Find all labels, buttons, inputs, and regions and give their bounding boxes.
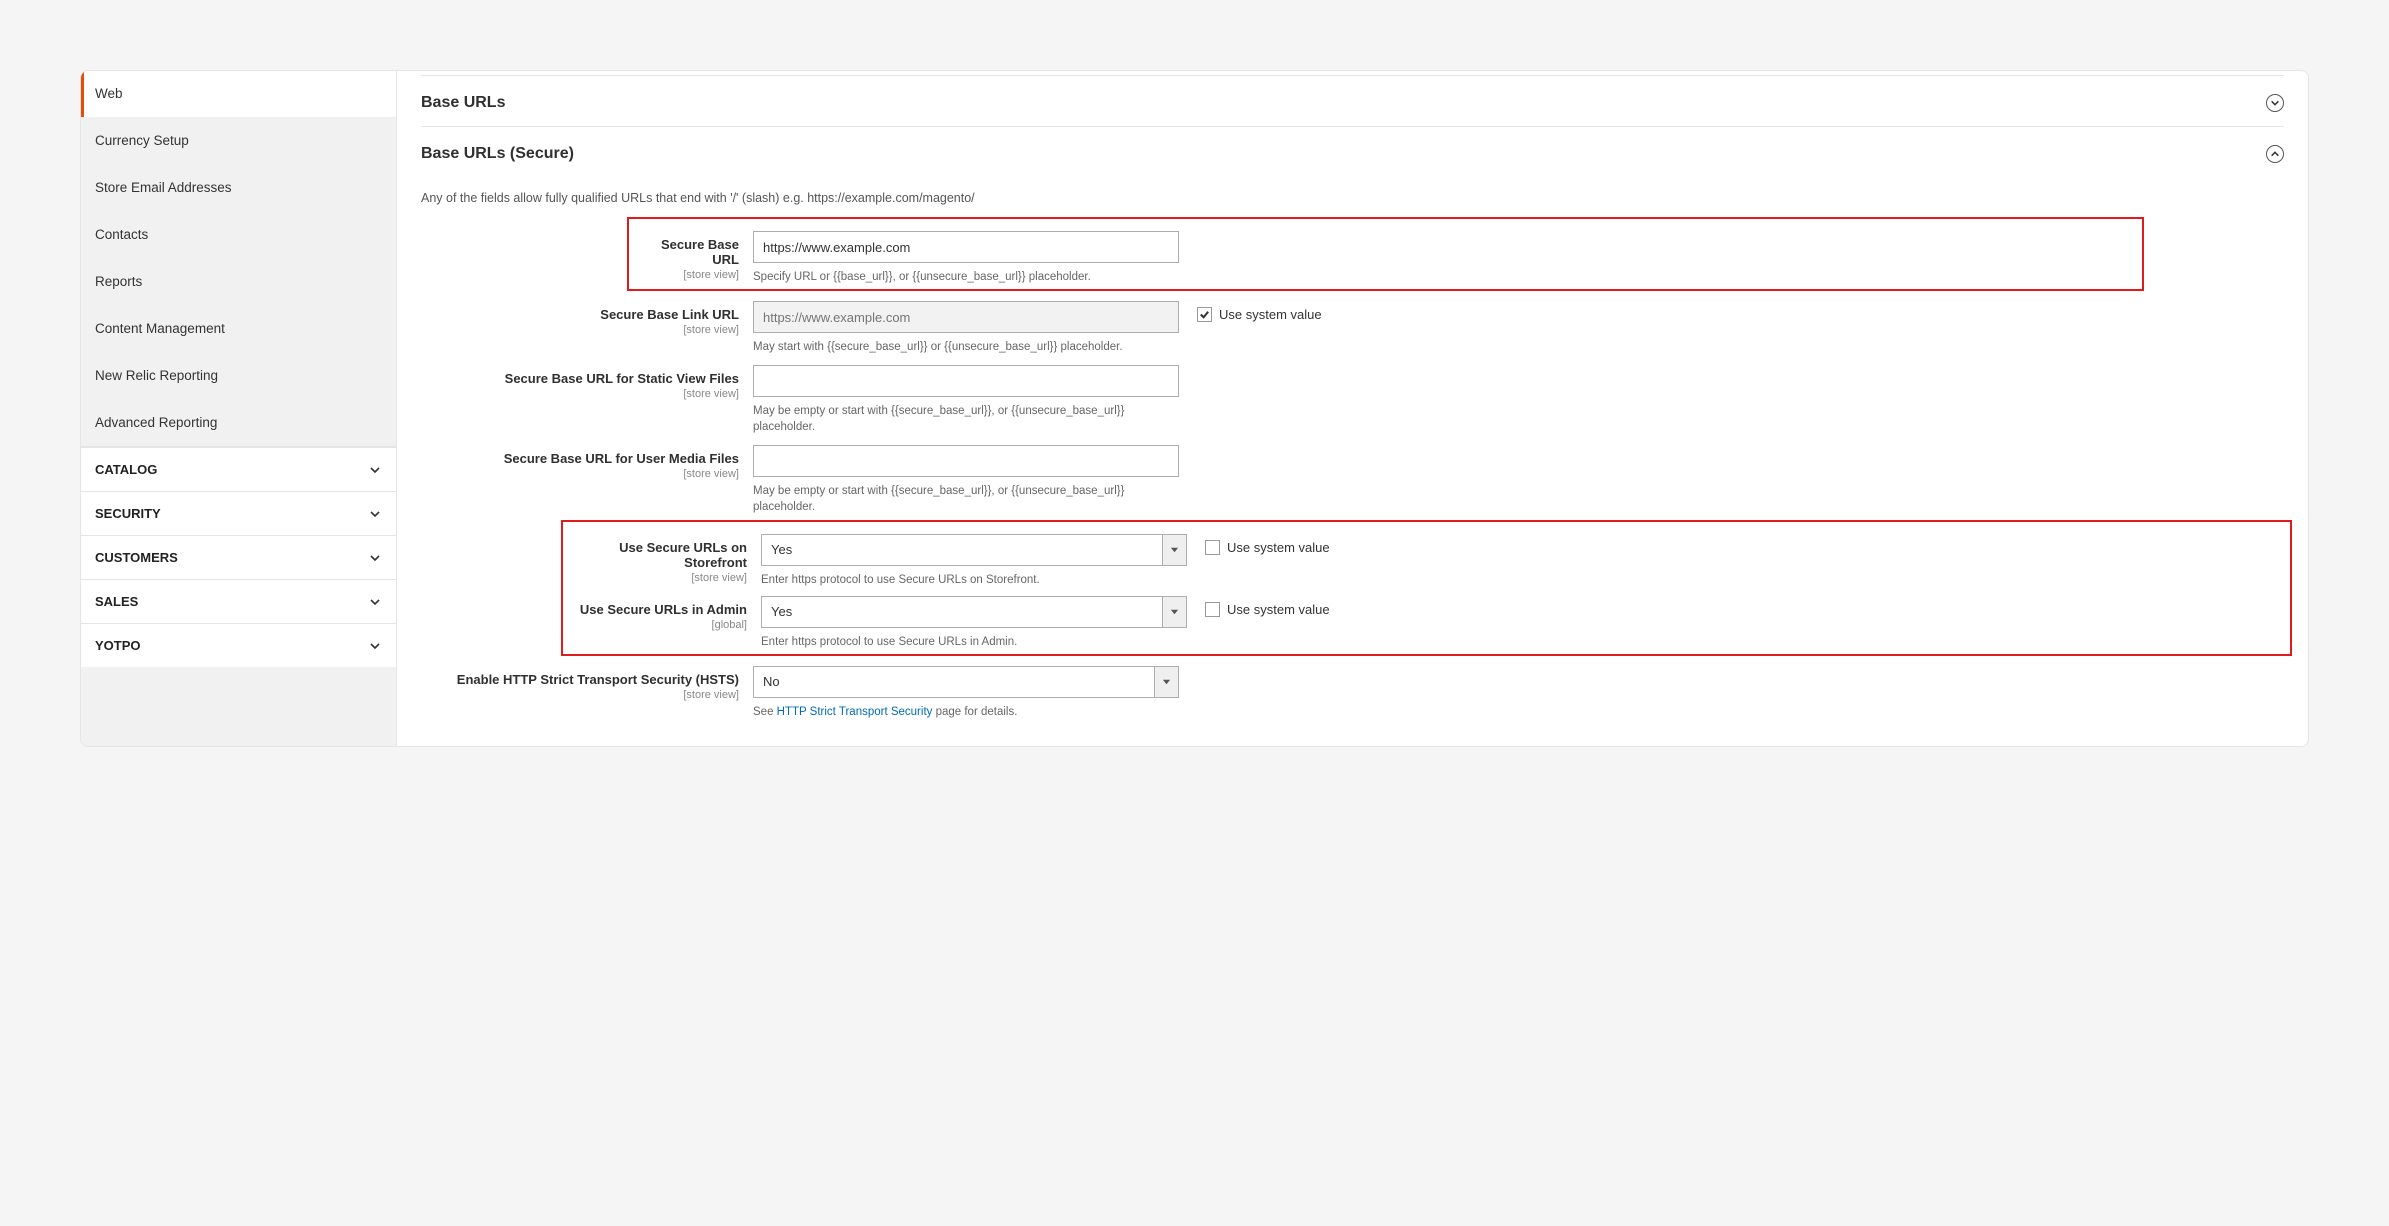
row-secure-admin: Use Secure URLs in Admin [global] Enter … [569,588,2284,650]
section-head-base-urls-secure[interactable]: Base URLs (Secure) [421,127,2284,177]
chevron-down-icon [368,595,382,609]
chevron-down-icon [368,463,382,477]
section-note: Any of the fields allow fully qualified … [421,177,2284,215]
secure-static-url-input[interactable] [753,365,1179,397]
sidebar-item-label: Web [95,86,123,101]
sidebar-item-label: Reports [95,274,142,289]
use-system-value-wrap: Use system value [1187,596,1330,617]
hint-post: page for details. [932,706,1017,718]
sidebar-item-label: New Relic Reporting [95,368,218,383]
chevron-down-icon [368,639,382,653]
config-panel: Web Currency Setup Store Email Addresses… [80,70,2309,747]
sidebar-cat-label: SECURITY [95,506,161,521]
sidebar-item-contacts[interactable]: Contacts [81,211,396,258]
section-title: Base URLs [421,94,505,112]
sidebar-cat-customers[interactable]: CUSTOMERS [81,535,396,579]
secure-base-url-input[interactable] [753,231,1179,263]
row-secure-storefront: Use Secure URLs on Storefront [store vie… [569,526,2284,588]
section-title: Base URLs (Secure) [421,145,574,163]
main-content: Base URLs Base URLs (Secure) Any of the … [397,71,2308,746]
row-secure-base-link-url: Secure Base Link URL [store view] May st… [421,293,2284,357]
field-scope: [store view] [421,388,739,400]
sidebar-cat-sales[interactable]: SALES [81,579,396,623]
hint-pre: See [753,706,777,718]
use-system-value-checkbox[interactable] [1205,602,1220,617]
field-scope: [store view] [421,468,739,480]
row-secure-base-url: Secure Base URL [store view] Specify URL… [635,223,2136,285]
sidebar-item-advanced-reporting[interactable]: Advanced Reporting [81,399,396,446]
highlight-secure-base-url: Secure Base URL [store view] Specify URL… [627,217,2144,291]
sidebar-item-store-email-addresses[interactable]: Store Email Addresses [81,164,396,211]
collapse-icon [2266,94,2284,112]
field-scope: [store view] [635,269,739,281]
sidebar-item-content-management[interactable]: Content Management [81,305,396,352]
row-hsts: Enable HTTP Strict Transport Security (H… [421,658,2284,722]
row-secure-static-url: Secure Base URL for Static View Files [s… [421,357,2284,437]
sidebar-item-new-relic-reporting[interactable]: New Relic Reporting [81,352,396,399]
field-hint: See HTTP Strict Transport Security page … [753,704,1179,720]
field-hint: Enter https protocol to use Secure URLs … [761,572,1187,588]
section-head-base-urls[interactable]: Base URLs [421,76,2284,127]
sidebar-item-reports[interactable]: Reports [81,258,396,305]
field-label: Enable HTTP Strict Transport Security (H… [421,672,739,687]
sidebar-item-label: Contacts [95,227,148,242]
sidebar-cat-label: CATALOG [95,462,157,477]
use-system-value-label: Use system value [1227,540,1330,555]
secure-storefront-select[interactable] [761,534,1162,566]
sidebar-cat-label: CUSTOMERS [95,550,178,565]
sidebar-cat-security[interactable]: SECURITY [81,491,396,535]
sidebar-item-currency-setup[interactable]: Currency Setup [81,117,396,164]
sidebar-sub-general: Web Currency Setup Store Email Addresses… [81,71,396,447]
field-label: Secure Base Link URL [421,307,739,322]
field-label: Use Secure URLs in Admin [569,602,747,617]
secure-base-link-url-input [753,301,1179,333]
chevron-down-icon [368,551,382,565]
sidebar-cat-yotpo[interactable]: YOTPO [81,623,396,667]
field-label: Secure Base URL for User Media Files [421,451,739,466]
field-scope: [store view] [421,324,739,336]
field-scope: [global] [569,619,747,631]
field-label: Secure Base URL [635,237,739,267]
highlight-secure-urls: Use Secure URLs on Storefront [store vie… [561,520,2292,656]
field-scope: [store view] [569,572,747,584]
dropdown-button[interactable] [1154,666,1179,698]
field-hint: May start with {{secure_base_url}} or {{… [753,339,1179,355]
use-system-value-wrap: Use system value [1179,301,1322,322]
use-system-value-checkbox[interactable] [1197,307,1212,322]
use-system-value-label: Use system value [1227,602,1330,617]
hsts-link[interactable]: HTTP Strict Transport Security [777,706,933,718]
hsts-select[interactable] [753,666,1154,698]
use-system-value-label: Use system value [1219,307,1322,322]
dropdown-button[interactable] [1162,596,1187,628]
expand-icon [2266,145,2284,163]
field-hint: May be empty or start with {{secure_base… [753,403,1179,435]
field-hint: Specify URL or {{base_url}}, or {{unsecu… [753,269,1179,285]
sidebar-item-label: Currency Setup [95,133,189,148]
field-label: Use Secure URLs on Storefront [569,540,747,570]
chevron-down-icon [368,507,382,521]
secure-admin-select[interactable] [761,596,1162,628]
sidebar-item-label: Store Email Addresses [95,180,232,195]
field-hint: Enter https protocol to use Secure URLs … [761,634,1187,650]
use-system-value-wrap: Use system value [1187,534,1330,555]
sidebar-item-label: Content Management [95,321,225,336]
secure-media-url-input[interactable] [753,445,1179,477]
sidebar-cat-catalog[interactable]: CATALOG [81,447,396,491]
sidebar-cat-label: SALES [95,594,138,609]
field-hint: May be empty or start with {{secure_base… [753,483,1179,515]
sidebar-cat-label: YOTPO [95,638,141,653]
sidebar-item-web[interactable]: Web [81,70,396,117]
use-system-value-checkbox[interactable] [1205,540,1220,555]
field-label: Secure Base URL for Static View Files [421,371,739,386]
sidebar: Web Currency Setup Store Email Addresses… [81,71,397,746]
field-scope: [store view] [421,689,739,701]
dropdown-button[interactable] [1162,534,1187,566]
row-secure-media-url: Secure Base URL for User Media Files [st… [421,437,2284,517]
sidebar-item-label: Advanced Reporting [95,415,217,430]
